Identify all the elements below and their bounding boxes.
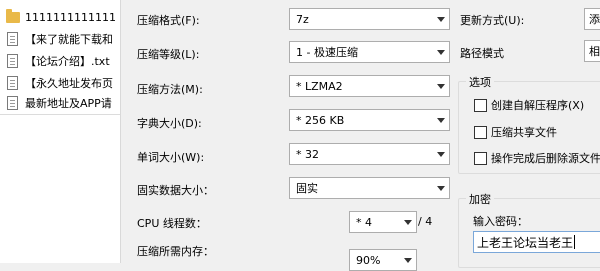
chevron-down-icon [437, 152, 445, 157]
shared-checkbox[interactable] [474, 125, 487, 139]
file-name: 1111111111111 [25, 10, 116, 24]
method-select[interactable]: * LZMA2 [289, 75, 450, 97]
memory-value: 90% [356, 253, 381, 267]
file-name: 最新地址及APP请 [25, 97, 112, 110]
shared-label: 压缩共享文件 [491, 126, 557, 139]
file-name: 【来了就能下载和 [25, 33, 113, 46]
delete-checkbox-row[interactable]: 操作完成后删除源文件 [474, 150, 600, 166]
text-file-icon [6, 75, 20, 91]
path-mode-select[interactable]: 相 [584, 40, 600, 62]
threads-value: * 4 [356, 215, 372, 229]
chevron-down-icon [437, 17, 445, 22]
dict-value: * 256 KB [296, 113, 345, 127]
file-list-item[interactable]: 【来了就能下载和 [0, 29, 120, 49]
shared-checkbox-row[interactable]: 压缩共享文件 [474, 124, 557, 140]
password-input[interactable]: 上老王论坛当老王 [473, 231, 600, 253]
memory-label: 压缩所需内存： [137, 245, 214, 258]
text-file-icon [6, 53, 20, 69]
file-list-item[interactable]: 【论坛介绍】.txt [0, 51, 120, 71]
delete-checkbox[interactable] [474, 151, 487, 165]
chevron-down-icon [437, 50, 445, 55]
update-mode-value: 添 [589, 13, 600, 26]
text-file-icon [6, 31, 20, 47]
memory-select[interactable]: 90% [349, 249, 417, 271]
chevron-down-icon [437, 84, 445, 89]
solid-label: 固实数据大小： [137, 184, 214, 197]
word-value: * 32 [296, 147, 319, 161]
file-name: 【永久地址发布页 [25, 77, 113, 90]
file-list-item[interactable]: 1111111111111 [0, 7, 120, 27]
level-label: 压缩等级(L): [137, 48, 200, 61]
folder-icon [6, 9, 20, 25]
level-select[interactable]: 1 - 极速压缩 [289, 41, 450, 63]
file-list-panel: 1111111111111 【来了就能下载和 【论坛介绍】.txt 【永久地址发… [0, 0, 121, 263]
chevron-down-icon [437, 186, 445, 191]
encryption-group-title: 加密 [466, 191, 494, 207]
word-select[interactable]: * 32 [289, 143, 450, 165]
text-file-icon [6, 95, 20, 111]
chevron-down-icon [437, 118, 445, 123]
file-list-item[interactable]: 【永久地址发布页 [0, 73, 120, 93]
delete-label: 操作完成后删除源文件 [491, 152, 600, 165]
format-select[interactable]: 7z [289, 8, 450, 30]
method-value: * LZMA2 [296, 79, 343, 93]
file-name: 【论坛介绍】.txt [25, 55, 110, 68]
path-mode-value: 相 [589, 45, 600, 58]
format-label: 压缩格式(F): [137, 14, 200, 27]
update-mode-select[interactable]: 添 [584, 8, 600, 30]
chevron-down-icon [404, 258, 412, 263]
password-label: 输入密码： [473, 215, 528, 228]
sfx-label: 创建自解压程序(X) [491, 99, 585, 112]
password-value: 上老王论坛当老王 [477, 235, 574, 250]
sfx-checkbox[interactable] [474, 98, 487, 112]
text-caret [574, 235, 576, 249]
update-mode-label: 更新方式(U): [460, 14, 525, 27]
options-group-title: 选项 [466, 74, 494, 90]
sfx-checkbox-row[interactable]: 创建自解压程序(X) [474, 97, 584, 113]
path-mode-label: 路径模式 [460, 47, 504, 60]
archive-settings-dialog: 压缩格式(F): 7z 压缩等级(L): 1 - 极速压缩 压缩方法(M): *… [122, 0, 600, 271]
solid-value: 固实 [296, 182, 318, 195]
dict-select[interactable]: * 256 KB [289, 109, 450, 131]
chevron-down-icon [404, 220, 412, 225]
solid-select[interactable]: 固实 [289, 177, 450, 199]
threads-label: CPU 线程数： [137, 217, 207, 230]
level-value: 1 - 极速压缩 [296, 46, 358, 59]
word-label: 单词大小(W): [137, 151, 205, 164]
file-list-item[interactable]: 最新地址及APP请 [0, 93, 120, 113]
dict-label: 字典大小(D): [137, 117, 202, 130]
method-label: 压缩方法(M): [137, 83, 203, 96]
threads-total: / 4 [418, 215, 433, 228]
format-value: 7z [296, 12, 309, 26]
threads-select[interactable]: * 4 [349, 211, 417, 233]
divider [0, 114, 120, 115]
